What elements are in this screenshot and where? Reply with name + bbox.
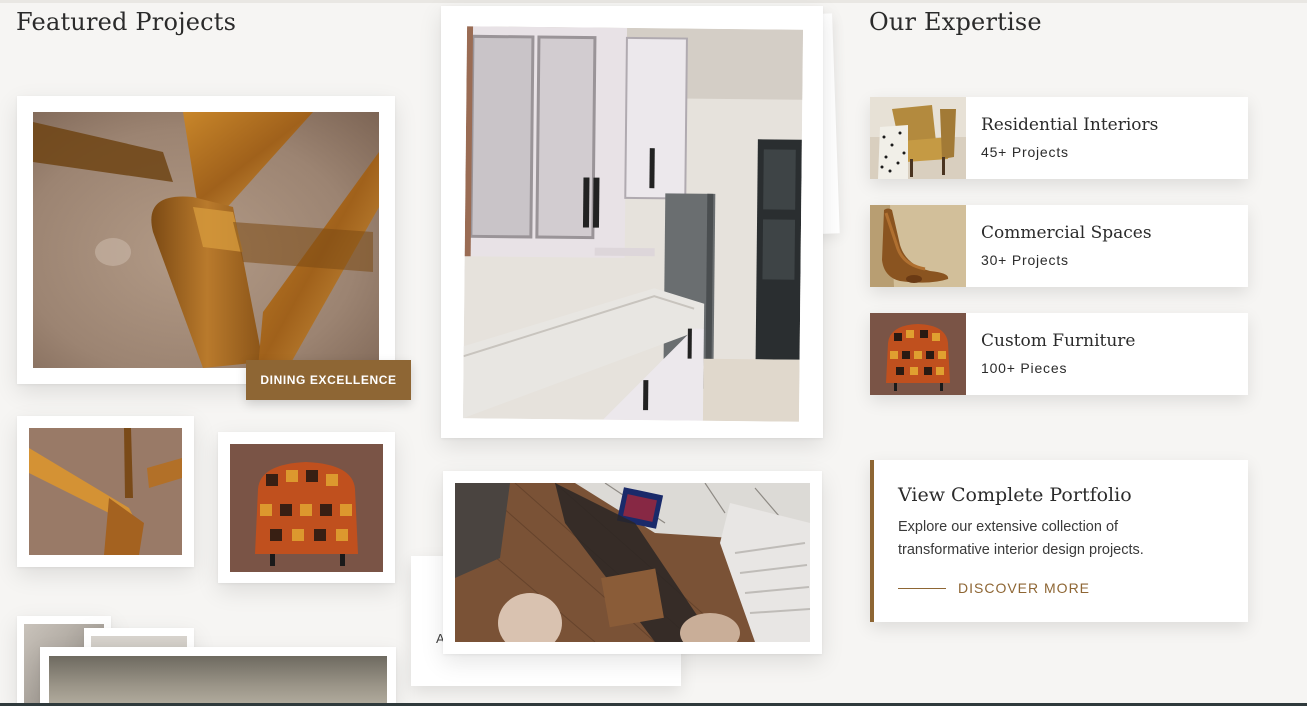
card-title-commercial: Commercial Spaces — [981, 223, 1152, 243]
discover-more-link[interactable]: DISCOVER MORE — [898, 580, 1090, 596]
featured-projects-title: Featured Projects — [16, 8, 237, 36]
photo-kitchen — [462, 26, 804, 422]
card-count-commercial: 30+ Projects — [981, 252, 1069, 268]
project-card-stack-3[interactable] — [40, 647, 396, 706]
our-expertise-title: Our Expertise — [869, 8, 1042, 36]
project-card-kitchen[interactable] — [441, 6, 823, 438]
project-card-dining[interactable] — [17, 96, 395, 384]
expertise-card-commercial[interactable]: Commercial Spaces 30+ Projects — [870, 205, 1248, 287]
thumb-residential — [870, 97, 966, 179]
project-card-armchair[interactable] — [218, 432, 395, 583]
photo-room-3 — [49, 656, 387, 706]
photo-living-room — [455, 483, 810, 642]
link-line-decoration — [898, 587, 946, 589]
card-count-residential: 45+ Projects — [981, 144, 1069, 160]
portfolio-description-line-1: Explore our extensive collection of — [898, 519, 1119, 535]
card-count-furniture: 100+ Pieces — [981, 360, 1068, 376]
expertise-card-residential[interactable]: Residential Interiors 45+ Projects — [870, 97, 1248, 179]
project-card-chair-arm[interactable] — [17, 416, 194, 567]
discover-more-label[interactable]: DISCOVER MORE — [958, 580, 1090, 596]
caption-dining-excellence[interactable]: DINING EXCELLENCE — [246, 360, 411, 400]
portfolio-description: Explore our extensive collection of tran… — [898, 516, 1228, 562]
portfolio-title: View Complete Portfolio — [898, 484, 1132, 506]
card-title-furniture: Custom Furniture — [981, 331, 1136, 351]
thumb-commercial — [870, 205, 966, 287]
expertise-card-furniture[interactable]: Custom Furniture 100+ Pieces — [870, 313, 1248, 395]
card-title-residential: Residential Interiors — [981, 115, 1159, 135]
project-card-living-room[interactable] — [443, 471, 822, 654]
photo-chair-arm — [29, 428, 182, 555]
portfolio-description-line-2: transformative interior design projects. — [898, 542, 1144, 558]
photo-patterned-armchair — [230, 444, 383, 572]
view-portfolio-card[interactable]: View Complete Portfolio Explore our exte… — [870, 460, 1248, 622]
thumb-furniture — [870, 313, 966, 395]
top-edge — [0, 0, 1307, 3]
photo-wood-chair-joint — [33, 112, 379, 368]
